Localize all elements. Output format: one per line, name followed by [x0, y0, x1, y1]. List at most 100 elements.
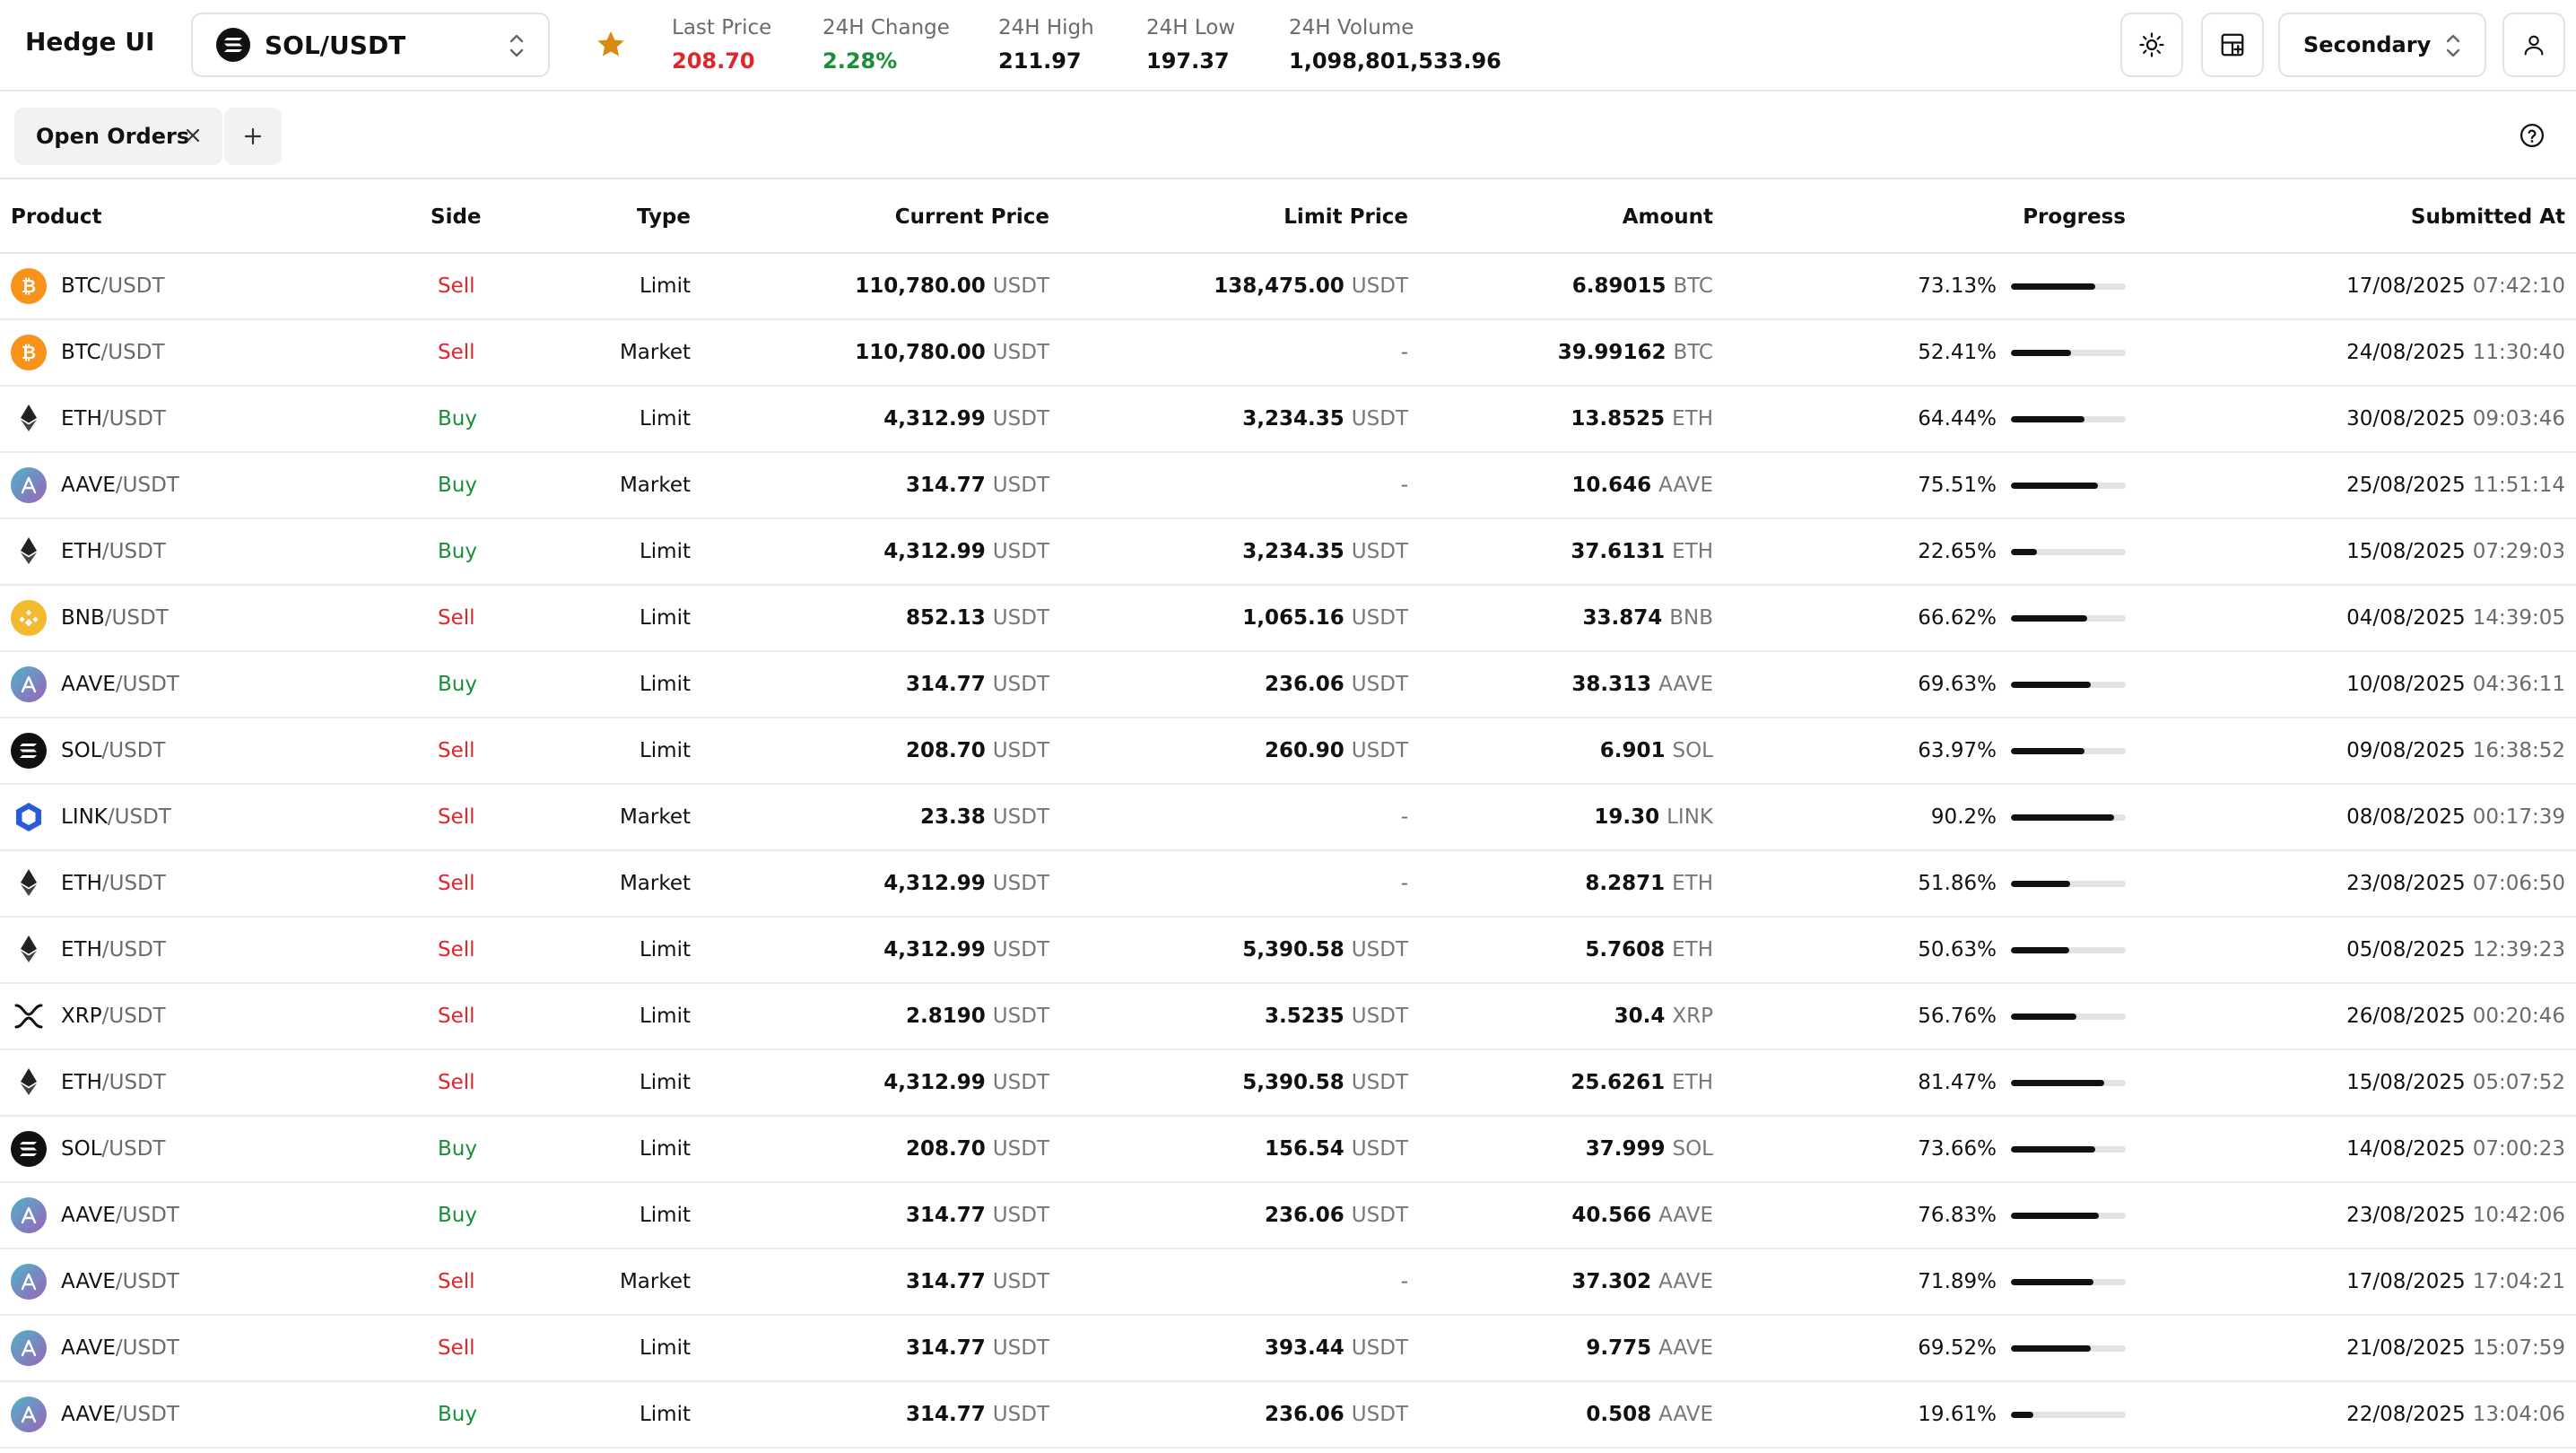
add-tab-button[interactable] [224, 108, 282, 165]
amount-unit: BNB [1669, 606, 1713, 630]
limit-price-unit: USDT [1351, 606, 1408, 630]
column-header-amount[interactable]: Amount [1408, 181, 1713, 254]
cell-progress: 52.41% [1713, 319, 2126, 387]
cell-progress: 64.44% [1713, 386, 2126, 453]
limit-price-value: - [1400, 341, 1408, 364]
cell-limit-price: 3,234.35 USDT [1049, 518, 1408, 586]
table-row[interactable]: ETH/USDT Buy Limit 4,312.99 USDT 3,234.35 USDT… [0, 386, 2576, 453]
table-row[interactable]: ETH/USDT Sell Market 4,312.99 USDT - 8.2871 ETH… [0, 850, 2576, 918]
table-row[interactable]: AAVE/USDT Buy Limit 314.77 USDT 236.06 USDT 38.… [0, 651, 2576, 718]
close-icon[interactable] [183, 126, 203, 145]
current-price-value: 110,780.00 [855, 274, 986, 298]
submitted-date: 05/08/2025 [2346, 938, 2466, 961]
chevron-updown-icon [2446, 34, 2460, 57]
side-label: Sell [438, 938, 475, 961]
cell-amount: 37.302 AAVE [1408, 1249, 1713, 1316]
help-icon[interactable] [2519, 122, 2546, 149]
cell-progress: 22.65% [1713, 518, 2126, 586]
progress-fill [2011, 415, 2085, 422]
current-price-value: 208.70 [906, 739, 986, 762]
cell-amount: 5.7608 ETH [1408, 917, 1713, 984]
current-price-unit: USDT [992, 274, 1049, 298]
cell-amount: 40.566 AAVE [1408, 1182, 1713, 1249]
column-header-product[interactable]: Product [0, 181, 395, 254]
pair-selector[interactable]: SOL/USDT [191, 13, 550, 77]
cell-type: Limit [511, 253, 691, 320]
base-symbol: AAVE [61, 474, 116, 497]
table-row[interactable]: AAVE/USDT Sell Market 314.77 USDT - 37.302 AAVE… [0, 1249, 2576, 1316]
table-row[interactable]: ₿ BTC/USDT Sell Limit 110,780.00 USDT 138,475.… [0, 253, 2576, 320]
table-row[interactable]: ETH/USDT Sell Limit 4,312.99 USDT 5,390.58 USD… [0, 917, 2576, 984]
amount-unit: XRP [1672, 1005, 1713, 1028]
progress-fill [2011, 1278, 2094, 1285]
limit-price-unit: USDT [1351, 540, 1408, 563]
side-label: Sell [438, 805, 475, 829]
progress-bar [2011, 1278, 2126, 1285]
coin-icon [11, 401, 47, 437]
favorite-star-icon[interactable] [595, 29, 627, 61]
theme-toggle-button[interactable] [2120, 13, 2183, 77]
column-header-progress[interactable]: Progress [1713, 181, 2126, 254]
cell-current-price: 4,312.99 USDT [691, 518, 1049, 586]
column-header-side[interactable]: Side [395, 181, 511, 254]
column-header-type[interactable]: Type [511, 181, 691, 254]
quote-symbol: /USDT [101, 407, 166, 431]
table-row[interactable]: AAVE/USDT Buy Limit 314.77 USDT 236.06 USDT 40.… [0, 1182, 2576, 1249]
amount-value: 39.99162 [1557, 341, 1667, 364]
amount-unit: ETH [1672, 540, 1713, 563]
limit-price-unit: USDT [1351, 1071, 1408, 1094]
quote-symbol: /USDT [101, 1137, 166, 1161]
cell-progress: 50.63% [1713, 917, 2126, 984]
cell-progress: 56.76% [1713, 983, 2126, 1050]
cell-type: Market [511, 1249, 691, 1316]
quote-symbol: /USDT [101, 1071, 166, 1094]
current-price-value: 852.13 [906, 606, 986, 630]
submitted-time: 13:04:06 [2472, 1403, 2565, 1426]
coin-icon [11, 467, 47, 503]
cell-product: ETH/USDT [0, 1049, 395, 1117]
cell-limit-price: 5,390.58 USDT [1049, 1049, 1408, 1117]
app-title: Hedge UI [25, 27, 155, 57]
base-symbol: XRP [61, 1005, 102, 1028]
account-button[interactable] [2502, 13, 2565, 77]
table-row[interactable]: AAVE/USDT Sell Limit 314.77 USDT 393.44 USDT 9.… [0, 1315, 2576, 1382]
quote-symbol: /USDT [115, 474, 179, 497]
stat-value: 1,098,801,533.96 [1289, 48, 1501, 74]
side-label: Sell [438, 1336, 475, 1360]
table-row[interactable]: SOL/USDT Buy Limit 208.70 USDT 156.54 USDT 37.9… [0, 1116, 2576, 1183]
column-header-limit-price[interactable]: Limit Price [1049, 181, 1408, 254]
table-row[interactable]: ETH/USDT Buy Limit 4,312.99 USDT 3,234.35 USDT… [0, 518, 2576, 586]
limit-price-value: 138,475.00 [1214, 274, 1345, 298]
quote-symbol: /USDT [101, 1005, 166, 1028]
current-price-unit: USDT [992, 1071, 1049, 1094]
base-symbol: AAVE [61, 1204, 116, 1227]
column-header-current-price[interactable]: Current Price [691, 181, 1049, 254]
cell-limit-price: - [1049, 1249, 1408, 1316]
base-symbol: BTC [61, 274, 101, 298]
table-row[interactable]: AAVE/USDT Buy Market 314.77 USDT - 10.646 AAVE 7… [0, 452, 2576, 519]
table-row[interactable]: ₿ BTC/USDT Sell Market 110,780.00 USDT -39.991… [0, 319, 2576, 387]
submitted-date: 23/08/2025 [2346, 1204, 2466, 1227]
side-label: Buy [438, 474, 477, 497]
mode-label: Secondary [2303, 32, 2432, 57]
base-symbol: ETH [61, 407, 102, 431]
table-row[interactable]: BNB/USDT Sell Limit 852.13 USDT 1,065.16 USDT 3… [0, 585, 2576, 652]
cell-amount: 30.4 XRP [1408, 983, 1713, 1050]
current-price-unit: USDT [992, 805, 1049, 829]
table-row[interactable]: XRP/USDT Sell Limit 2.8190 USDT 3.5235 USDT 30.… [0, 983, 2576, 1050]
submitted-time: 07:29:03 [2472, 540, 2565, 563]
layout-button[interactable] [2201, 13, 2264, 77]
cell-limit-price: - [1049, 319, 1408, 387]
table-row[interactable]: LINK/USDT Sell Market 23.38 USDT -19.30 LINK 90… [0, 784, 2576, 851]
aave-icon [11, 1330, 47, 1366]
base-symbol: AAVE [61, 1403, 116, 1426]
tab-open-orders[interactable]: Open Orders [14, 108, 222, 165]
amount-value: 8.2871 [1585, 872, 1666, 895]
cell-limit-price: 236.06 USDT [1049, 651, 1408, 718]
table-row[interactable]: AAVE/USDT Buy Limit 314.77 USDT 236.06 USDT 0.5… [0, 1381, 2576, 1449]
table-row[interactable]: SOL/USDT Sell Limit 208.70 USDT 260.90 USDT 6.9… [0, 718, 2576, 785]
table-row[interactable]: ETH/USDT Sell Limit 4,312.99 USDT 5,390.58 USD… [0, 1049, 2576, 1117]
column-header-submitted-at[interactable]: Submitted At [2126, 181, 2576, 254]
mode-selector[interactable]: Secondary [2278, 13, 2486, 77]
cell-side: Sell [395, 585, 511, 652]
